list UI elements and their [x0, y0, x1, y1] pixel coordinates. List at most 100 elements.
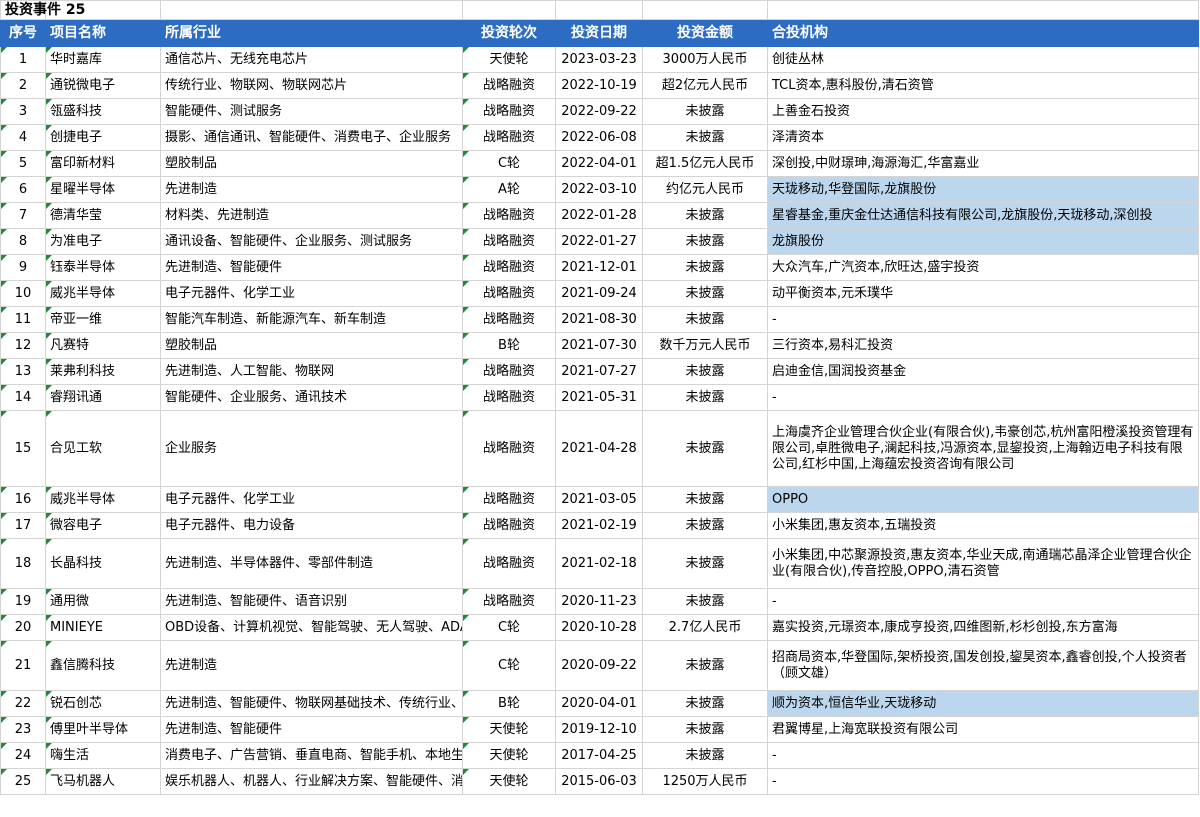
cell-name[interactable]: 华时嘉库 [45, 46, 161, 73]
cell-investors[interactable]: - [767, 768, 1199, 795]
header-date[interactable]: 投资日期 [555, 19, 643, 47]
cell-name[interactable]: 创捷电子 [45, 124, 161, 151]
cell-no[interactable]: 21 [0, 640, 46, 691]
cell-date[interactable]: 2015-06-03 [555, 768, 643, 795]
cell-name[interactable]: 德清华莹 [45, 202, 161, 229]
cell-industry[interactable]: 电子元器件、化学工业 [160, 280, 463, 307]
cell-round[interactable]: 战略融资 [462, 306, 556, 333]
sheet-title[interactable]: 投资事件 25 [0, 0, 85, 20]
cell-no[interactable]: 1 [0, 46, 46, 73]
cell-amount[interactable]: 未披露 [642, 716, 768, 743]
cell-industry[interactable]: 先进制造、智能硬件 [160, 716, 463, 743]
header-name[interactable]: 项目名称 [45, 19, 161, 47]
header-investors[interactable]: 合投机构 [767, 19, 1199, 47]
cell-investors[interactable]: 嘉实投资,元璟资本,康成亨投资,四维图新,杉杉创投,东方富海 [767, 614, 1199, 641]
cell-investors[interactable]: 动平衡资本,元禾璞华 [767, 280, 1199, 307]
cell-no[interactable]: 23 [0, 716, 46, 743]
cell-name[interactable]: 微容电子 [45, 512, 161, 539]
cell-industry[interactable]: 电子元器件、化学工业 [160, 486, 463, 513]
header-amount[interactable]: 投资金额 [642, 19, 768, 47]
cell-date[interactable]: 2021-09-24 [555, 280, 643, 307]
cell-industry[interactable]: 传统行业、物联网、物联网芯片 [160, 72, 463, 99]
cell-name[interactable]: 为准电子 [45, 228, 161, 255]
cell-investors[interactable]: 小米集团,中芯聚源投资,惠友资本,华业天成,南通瑞芯晶泽企业管理合伙企业(有限合… [767, 538, 1199, 589]
cell-name[interactable]: 合见工软 [45, 410, 161, 487]
cell-name[interactable]: 傅里叶半导体 [45, 716, 161, 743]
cell-investors[interactable]: 君翼博星,上海宽联投资有限公司 [767, 716, 1199, 743]
cell-no[interactable]: 4 [0, 124, 46, 151]
cell-date[interactable]: 2020-10-28 [555, 614, 643, 641]
cell-investors[interactable]: 启迪金信,国润投资基金 [767, 358, 1199, 385]
cell-date[interactable]: 2022-06-08 [555, 124, 643, 151]
cell-no[interactable]: 17 [0, 512, 46, 539]
cell-name[interactable]: 鑫信腾科技 [45, 640, 161, 691]
cell-investors[interactable]: 天珑移动,华登国际,龙旗股份 [767, 176, 1199, 203]
cell-round[interactable]: 战略融资 [462, 588, 556, 615]
cell-name[interactable]: 富印新材料 [45, 150, 161, 177]
cell-industry[interactable]: 材料类、先进制造 [160, 202, 463, 229]
cell-round[interactable]: 战略融资 [462, 124, 556, 151]
cell-date[interactable]: 2020-11-23 [555, 588, 643, 615]
cell-amount[interactable]: 未披露 [642, 254, 768, 281]
cell-industry[interactable]: 先进制造、智能硬件、物联网基础技术、传统行业、 [160, 690, 463, 717]
cell-round[interactable]: 战略融资 [462, 98, 556, 125]
cell-no[interactable]: 10 [0, 280, 46, 307]
cell-industry[interactable]: 娱乐机器人、机器人、行业解决方案、智能硬件、消费 [160, 768, 463, 795]
cell-no[interactable]: 18 [0, 538, 46, 589]
cell-name[interactable]: 长晶科技 [45, 538, 161, 589]
cell-industry[interactable]: 智能硬件、测试服务 [160, 98, 463, 125]
cell-date[interactable]: 2023-03-23 [555, 46, 643, 73]
cell-amount[interactable]: 未披露 [642, 742, 768, 769]
cell-industry[interactable]: 先进制造、半导体器件、零部件制造 [160, 538, 463, 589]
cell-name[interactable]: 威兆半导体 [45, 280, 161, 307]
header-industry[interactable]: 所属行业 [160, 19, 463, 47]
cell-date[interactable]: 2017-04-25 [555, 742, 643, 769]
cell-amount[interactable]: 未披露 [642, 202, 768, 229]
cell-investors[interactable]: - [767, 384, 1199, 411]
cell-name[interactable]: 飞马机器人 [45, 768, 161, 795]
cell-name[interactable]: 睿翔讯通 [45, 384, 161, 411]
cell-amount[interactable]: 未披露 [642, 98, 768, 125]
cell-round[interactable]: 战略融资 [462, 358, 556, 385]
cell-round[interactable]: 战略融资 [462, 228, 556, 255]
cell-no[interactable]: 2 [0, 72, 46, 99]
cell-round[interactable]: 战略融资 [462, 254, 556, 281]
cell-date[interactable]: 2022-01-27 [555, 228, 643, 255]
cell-name[interactable]: 帝亚一维 [45, 306, 161, 333]
cell-date[interactable]: 2021-04-28 [555, 410, 643, 487]
cell-amount[interactable]: 3000万人民币 [642, 46, 768, 73]
cell-amount[interactable]: 数千万元人民币 [642, 332, 768, 359]
cell-amount[interactable]: 超1.5亿元人民币 [642, 150, 768, 177]
cell-date[interactable]: 2021-02-19 [555, 512, 643, 539]
cell-name[interactable]: 钰泰半导体 [45, 254, 161, 281]
cell-name[interactable]: 通用微 [45, 588, 161, 615]
cell-round[interactable]: 战略融资 [462, 512, 556, 539]
cell-no[interactable]: 5 [0, 150, 46, 177]
cell-no[interactable]: 16 [0, 486, 46, 513]
cell-amount[interactable]: 未披露 [642, 280, 768, 307]
cell-amount[interactable]: 未披露 [642, 538, 768, 589]
cell-amount[interactable]: 超2亿元人民币 [642, 72, 768, 99]
cell-name[interactable]: 莱弗利科技 [45, 358, 161, 385]
cell-date[interactable]: 2022-09-22 [555, 98, 643, 125]
cell-round[interactable]: 战略融资 [462, 486, 556, 513]
cell-investors[interactable]: OPPO [767, 486, 1199, 513]
cell-round[interactable]: 天使轮 [462, 46, 556, 73]
cell-industry[interactable]: 消费电子、广告营销、垂直电商、智能手机、本地生活 [160, 742, 463, 769]
cell-date[interactable]: 2021-07-30 [555, 332, 643, 359]
cell-date[interactable]: 2020-09-22 [555, 640, 643, 691]
cell-no[interactable]: 24 [0, 742, 46, 769]
cell-name[interactable]: MINIEYE [45, 614, 161, 641]
cell-investors[interactable]: 龙旗股份 [767, 228, 1199, 255]
cell-amount[interactable]: 未披露 [642, 410, 768, 487]
cell-no[interactable]: 12 [0, 332, 46, 359]
cell-industry[interactable]: 智能汽车制造、新能源汽车、新车制造 [160, 306, 463, 333]
cell-round[interactable]: 战略融资 [462, 202, 556, 229]
cell-round[interactable]: 天使轮 [462, 716, 556, 743]
cell-round[interactable]: 天使轮 [462, 742, 556, 769]
cell-industry[interactable]: 先进制造 [160, 640, 463, 691]
cell-date[interactable]: 2022-01-28 [555, 202, 643, 229]
cell-investors[interactable]: - [767, 588, 1199, 615]
cell-investors[interactable]: 创徒丛林 [767, 46, 1199, 73]
cell-date[interactable]: 2021-05-31 [555, 384, 643, 411]
